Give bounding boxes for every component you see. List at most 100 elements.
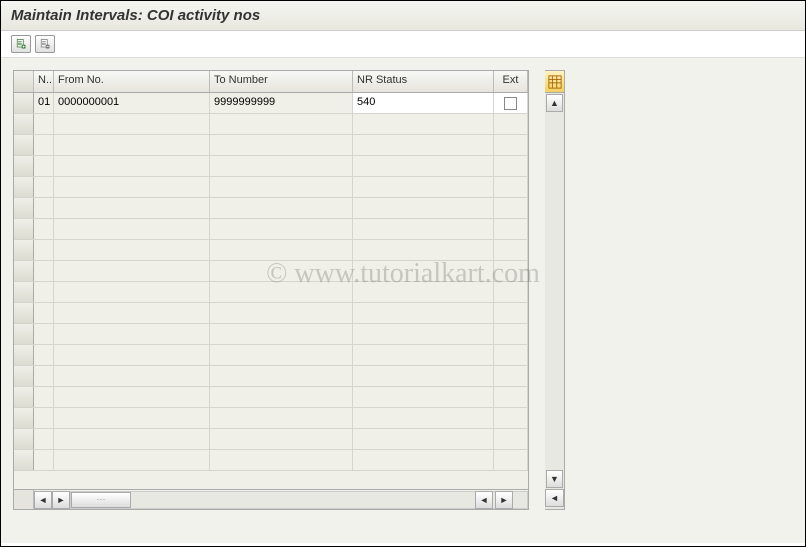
cell-to-number[interactable] [210,324,353,344]
row-selector[interactable] [14,198,34,218]
cell-n[interactable] [34,240,54,260]
row-selector[interactable] [14,450,34,470]
header-from-no[interactable]: From No. [54,71,210,92]
cell-ext[interactable] [494,450,528,470]
cell-n[interactable] [34,282,54,302]
cell-from-no[interactable] [54,408,210,428]
cell-n[interactable] [34,156,54,176]
header-ext[interactable]: Ext [494,71,528,92]
cell-from-no[interactable] [54,135,210,155]
cell-from-no[interactable] [54,198,210,218]
cell-to-number[interactable] [210,198,353,218]
row-selector[interactable] [14,156,34,176]
vscroll-down-button[interactable]: ▼ [546,470,563,488]
cell-n[interactable] [34,345,54,365]
header-n[interactable]: N.. [34,71,54,92]
row-selector[interactable] [14,240,34,260]
cell-to-number[interactable] [210,303,353,323]
insert-interval-button[interactable] [11,35,31,53]
row-selector[interactable] [14,177,34,197]
cell-n[interactable] [34,429,54,449]
cell-from-no[interactable] [54,177,210,197]
cell-nr-status[interactable] [353,261,494,281]
hscroll-right-button[interactable]: ► [52,491,70,509]
cell-nr-status[interactable] [353,198,494,218]
row-selector[interactable] [14,366,34,386]
cell-from-no[interactable] [54,114,210,134]
cell-nr-status[interactable] [353,387,494,407]
cell-nr-status[interactable] [353,219,494,239]
cell-n[interactable] [34,303,54,323]
cell-nr-status[interactable] [353,408,494,428]
cell-ext[interactable] [494,177,528,197]
cell-to-number[interactable] [210,408,353,428]
cell-ext[interactable] [494,429,528,449]
cell-from-no[interactable] [54,387,210,407]
cell-to-number[interactable] [210,156,353,176]
cell-ext[interactable] [494,114,528,134]
cell-from-no[interactable] [54,366,210,386]
row-selector[interactable] [14,303,34,323]
cell-nr-status[interactable] [353,114,494,134]
cell-n[interactable] [34,135,54,155]
cell-from-no[interactable] [54,156,210,176]
row-selector[interactable] [14,345,34,365]
row-selector[interactable] [14,408,34,428]
vscroll-track[interactable] [546,113,563,469]
cell-ext[interactable] [494,387,528,407]
cell-to-number[interactable] [210,345,353,365]
cell-nr-status[interactable] [353,450,494,470]
cell-ext[interactable] [494,135,528,155]
cell-n[interactable] [34,114,54,134]
row-selector[interactable] [14,429,34,449]
cell-from-no[interactable]: 0000000001 [54,93,210,113]
row-selector[interactable] [14,282,34,302]
cell-to-number[interactable] [210,387,353,407]
cell-ext[interactable] [494,408,528,428]
cell-nr-status[interactable] [353,429,494,449]
vscroll-up-button[interactable]: ▲ [546,94,563,112]
table-settings-button[interactable] [545,71,564,93]
cell-ext[interactable] [494,366,528,386]
cell-ext[interactable] [494,324,528,344]
cell-nr-status[interactable] [353,324,494,344]
cell-from-no[interactable] [54,261,210,281]
cell-to-number[interactable] [210,177,353,197]
cell-nr-status[interactable] [353,240,494,260]
ext-checkbox[interactable] [504,97,517,110]
hscroll-left-button[interactable]: ◄ [34,491,52,509]
row-selector[interactable] [14,114,34,134]
cell-n[interactable] [34,198,54,218]
cell-to-number[interactable] [210,261,353,281]
cell-from-no[interactable] [54,240,210,260]
cell-ext[interactable] [494,282,528,302]
cell-to-number[interactable] [210,240,353,260]
header-nr-status[interactable]: NR Status [353,71,494,92]
cell-n[interactable] [34,324,54,344]
cell-n[interactable] [34,366,54,386]
cell-to-number[interactable] [210,135,353,155]
cell-from-no[interactable] [54,450,210,470]
cell-from-no[interactable] [54,345,210,365]
cell-from-no[interactable] [54,303,210,323]
hscroll-right-left-button[interactable]: ◄ [545,489,564,507]
cell-from-no[interactable] [54,219,210,239]
cell-ext[interactable] [494,198,528,218]
row-selector[interactable] [14,324,34,344]
cell-n[interactable]: 01 [34,93,54,113]
cell-to-number[interactable] [210,219,353,239]
cell-n[interactable] [34,177,54,197]
cell-n[interactable] [34,219,54,239]
cell-nr-status[interactable] [353,135,494,155]
cell-n[interactable] [34,450,54,470]
cell-nr-status[interactable] [353,282,494,302]
cell-n[interactable] [34,261,54,281]
cell-ext[interactable] [494,156,528,176]
cell-n[interactable] [34,387,54,407]
cell-n[interactable] [34,408,54,428]
cell-ext[interactable] [494,219,528,239]
cell-from-no[interactable] [54,429,210,449]
row-selector[interactable] [14,261,34,281]
cell-to-number[interactable] [210,114,353,134]
delete-interval-button[interactable] [35,35,55,53]
